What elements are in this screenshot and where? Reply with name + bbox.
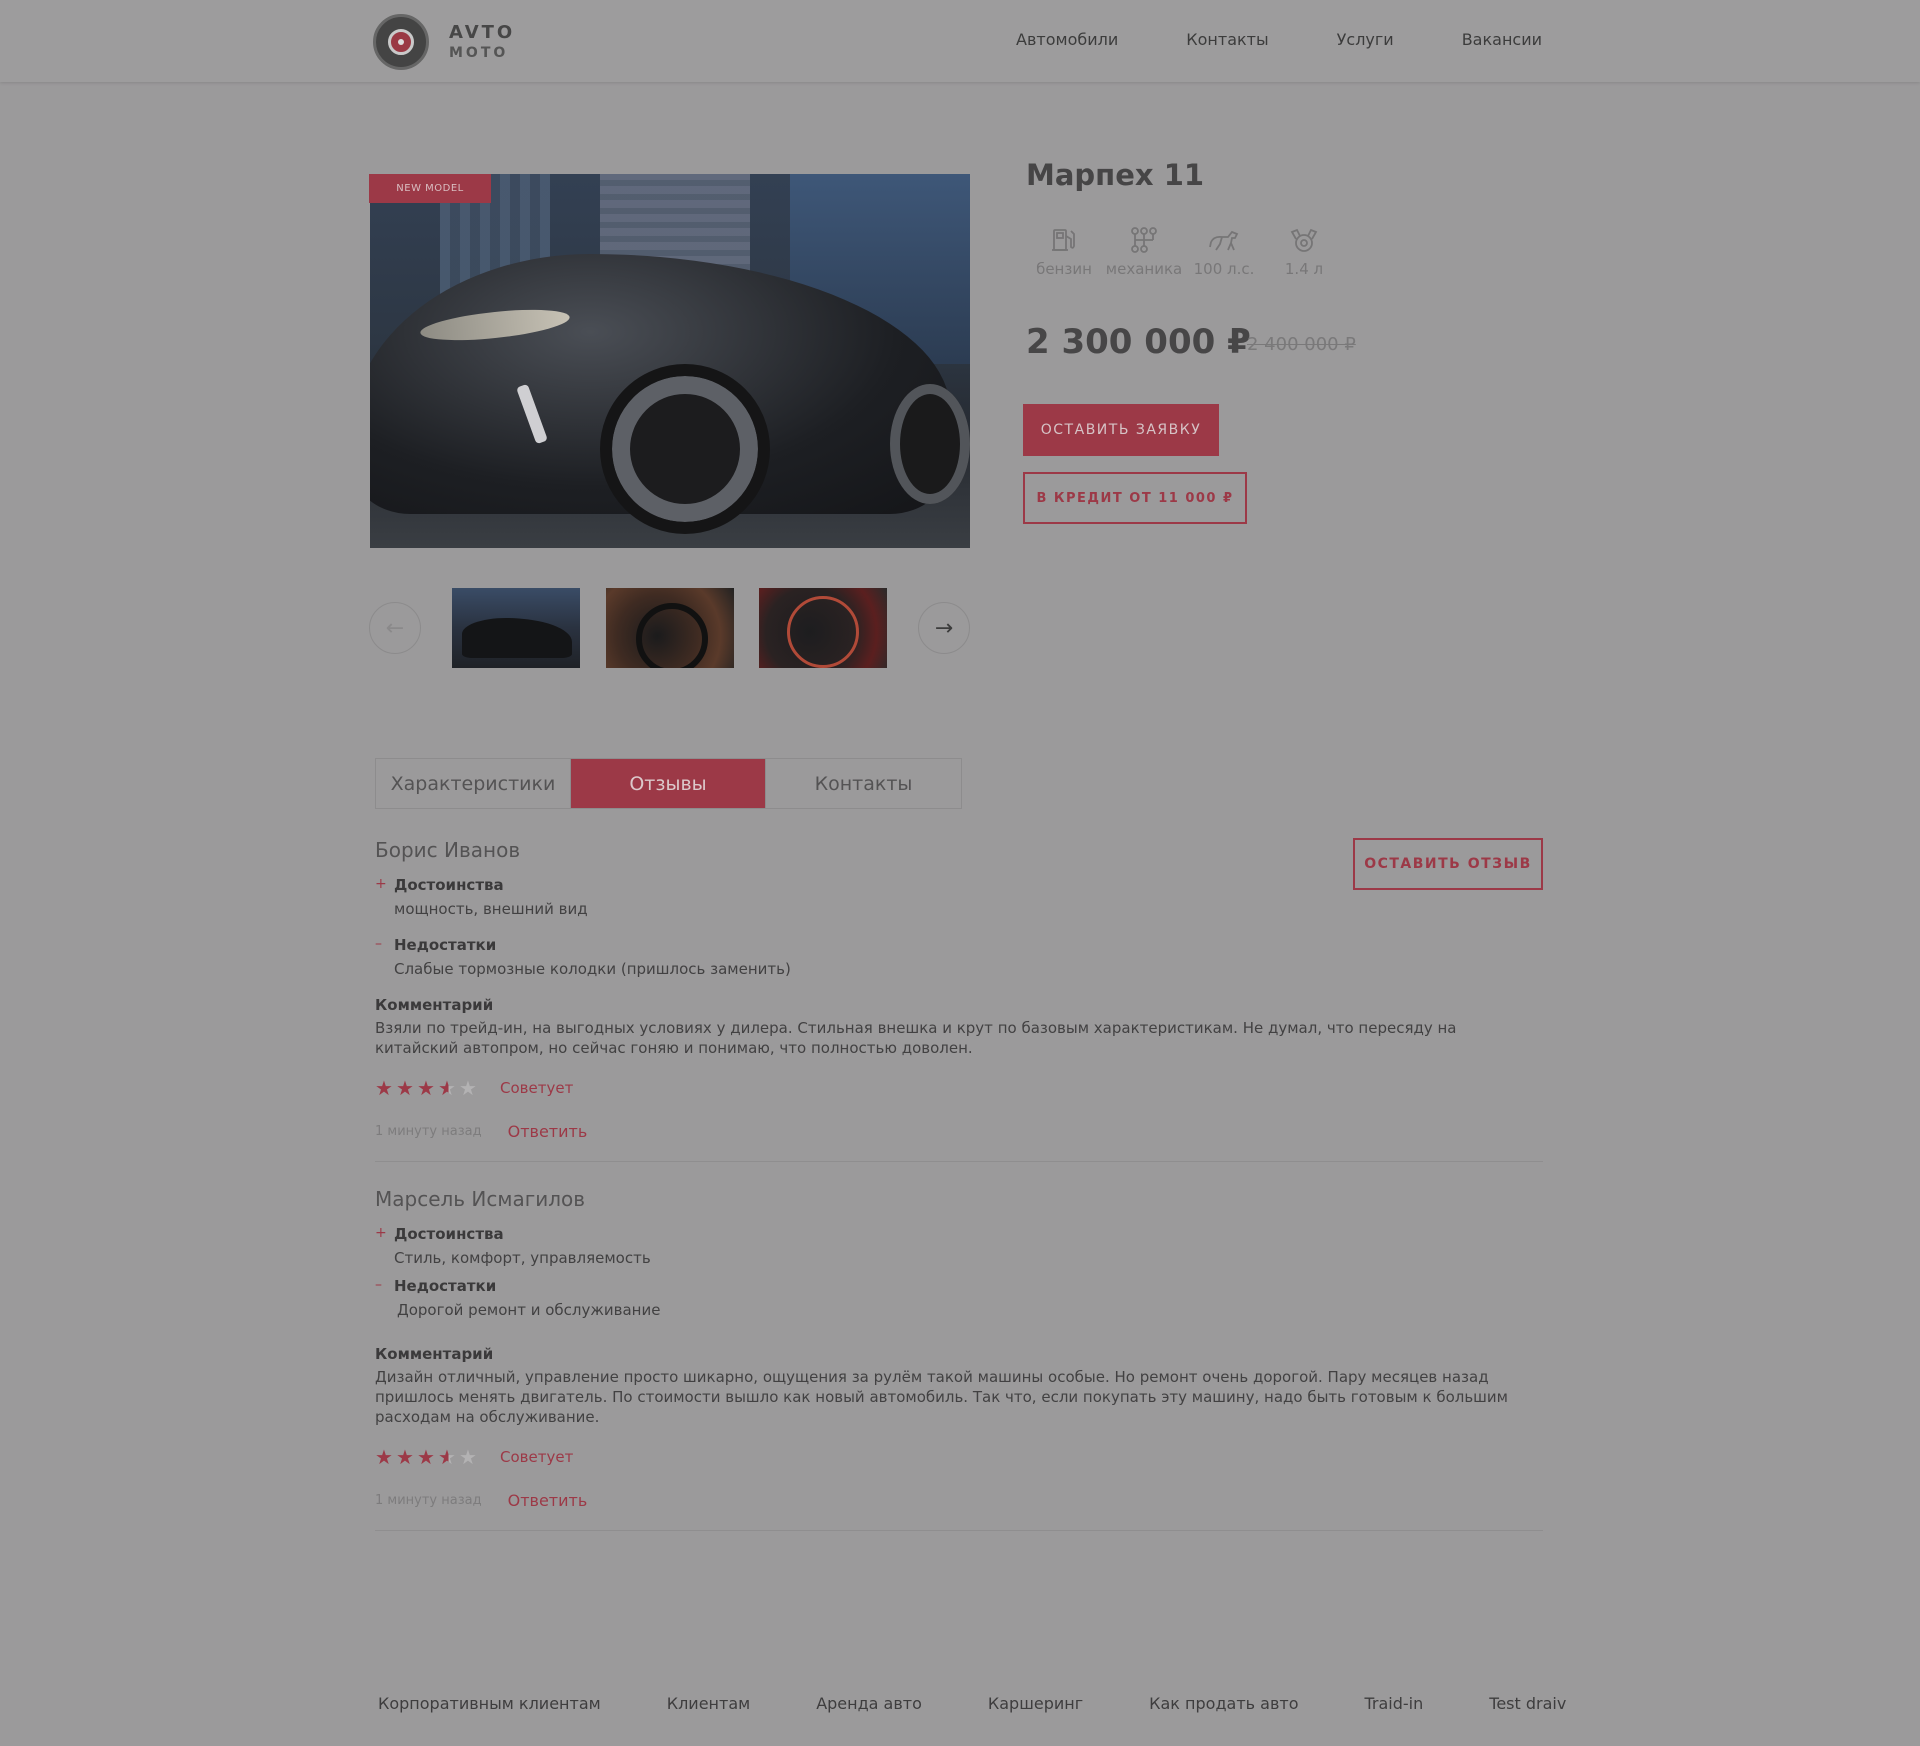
reviewer-name: Борис Иванов [375, 838, 521, 862]
review-meta: 1 минуту назад Ответить [375, 1491, 1543, 1510]
current-price: 2 300 000 ₽ [1026, 322, 1251, 362]
spec-power: 100 л.с. [1184, 224, 1264, 278]
star-icon: ★ [417, 1445, 435, 1469]
recommend-label: Советует [500, 1448, 574, 1466]
spec-engine: 1.4 л [1264, 224, 1344, 278]
spec-list: бензин механика 100 л.с. 1.4 л [1024, 224, 1344, 278]
star-empty-icon: ★ [459, 1076, 477, 1100]
nav-item-services[interactable]: Услуги [1337, 30, 1394, 49]
spec-transmission: механика [1104, 224, 1184, 278]
reviewer-name: Марсель Исмагилов [375, 1187, 586, 1211]
footer-link-sell-car[interactable]: Как продать авто [1149, 1694, 1298, 1713]
review-cons: – Недостатки Дорогой ремонт и обслуживан… [375, 1277, 661, 1319]
review-item: Борис Иванов + Достоинства мощность, вне… [375, 838, 1543, 1162]
review-rating: ★ ★ ★ ★ ★ Советует [375, 1445, 1543, 1469]
nav-item-vacancies[interactable]: Вакансии [1462, 30, 1542, 49]
plus-icon: + [375, 1225, 387, 1241]
new-model-badge: NEW MODEL [369, 174, 491, 203]
star-icon: ★ [396, 1445, 414, 1469]
gallery-thumbnail-exterior[interactable] [452, 588, 580, 668]
minus-icon: – [375, 936, 382, 952]
gallery-thumbnail-dashboard[interactable] [759, 588, 887, 668]
old-price: 2 400 000 ₽ [1247, 334, 1356, 355]
main-nav: Автомобили Контакты Услуги Вакансии [1016, 30, 1542, 49]
tab-contacts[interactable]: Контакты [766, 759, 961, 808]
star-icon: ★ [375, 1445, 393, 1469]
review-time: 1 минуту назад [375, 1124, 482, 1139]
engine-icon [1264, 224, 1344, 256]
reply-link[interactable]: Ответить [508, 1122, 588, 1141]
review-pros: + Достоинства Стиль, комфорт, управляемо… [375, 1225, 651, 1267]
review-comment: Комментарий Дизайн отличный, управление … [375, 1345, 1508, 1426]
star-icon: ★ [375, 1076, 393, 1100]
wheel-logo-icon [373, 14, 429, 70]
star-empty-icon: ★ [459, 1445, 477, 1469]
logo-subtitle: MOTO [449, 45, 509, 61]
review-meta: 1 минуту назад Ответить [375, 1122, 1543, 1141]
main-car-photo [370, 174, 970, 548]
nav-item-contacts[interactable]: Контакты [1186, 30, 1268, 49]
footer-link-corporate[interactable]: Корпоративным клиентам [378, 1694, 601, 1713]
reply-link[interactable]: Ответить [508, 1491, 588, 1510]
fuel-icon [1024, 224, 1104, 256]
plus-icon: + [375, 876, 387, 892]
footer-link-clients[interactable]: Клиентам [667, 1694, 750, 1713]
star-half-icon: ★ [438, 1445, 459, 1469]
review-pros: + Достоинства мощность, внешний вид [375, 876, 588, 918]
gallery-next-button[interactable]: → [918, 602, 970, 654]
gearbox-icon [1104, 224, 1184, 256]
credit-button[interactable]: В КРЕДИТ ОТ 11 000 ₽ [1023, 472, 1247, 524]
review-time: 1 минуту назад [375, 1493, 482, 1508]
review-divider [375, 1161, 1543, 1162]
footer-link-rental[interactable]: Аренда авто [816, 1694, 922, 1713]
arrow-right-icon: → [934, 615, 954, 641]
review-divider [375, 1530, 1543, 1531]
minus-icon: – [375, 1277, 382, 1293]
tab-characteristics[interactable]: Характеристики [376, 759, 571, 808]
gallery-thumbnail-interior[interactable] [606, 588, 734, 668]
review-rating: ★ ★ ★ ★ ★ Советует [375, 1076, 1543, 1100]
product-title: Марпех 11 [1026, 158, 1205, 192]
review-comment: Комментарий Взяли по трейд-ин, на выгодн… [375, 996, 1457, 1057]
spec-fuel: бензин [1024, 224, 1104, 278]
horse-icon [1184, 224, 1264, 256]
recommend-label: Советует [500, 1079, 574, 1097]
review-item: Марсель Исмагилов + Достоинства Стиль, к… [375, 1187, 1543, 1531]
star-icon: ★ [396, 1076, 414, 1100]
footer-nav: Корпоративным клиентам Клиентам Аренда а… [378, 1694, 1566, 1713]
nav-item-cars[interactable]: Автомобили [1016, 30, 1118, 49]
order-request-button[interactable]: ОСТАВИТЬ ЗАЯВКУ [1023, 404, 1219, 456]
arrow-left-icon: ← [385, 615, 405, 641]
logo[interactable]: AVTO MOTO [373, 14, 515, 70]
product-tabs: Характеристики Отзывы Контакты [375, 758, 962, 809]
review-cons: – Недостатки Слабые тормозные колодки (п… [375, 936, 791, 978]
star-icon: ★ [417, 1076, 435, 1100]
footer-link-test-drive[interactable]: Test draiv [1489, 1694, 1566, 1713]
footer-link-trade-in[interactable]: Traid-in [1365, 1694, 1424, 1713]
star-half-icon: ★ [438, 1076, 459, 1100]
footer-link-carsharing[interactable]: Каршеринг [988, 1694, 1083, 1713]
logo-title: AVTO [449, 22, 516, 43]
site-header: AVTO MOTO Автомобили Контакты Услуги Вак… [0, 0, 1920, 82]
gallery-prev-button[interactable]: ← [369, 602, 421, 654]
tab-reviews[interactable]: Отзывы [571, 759, 766, 808]
